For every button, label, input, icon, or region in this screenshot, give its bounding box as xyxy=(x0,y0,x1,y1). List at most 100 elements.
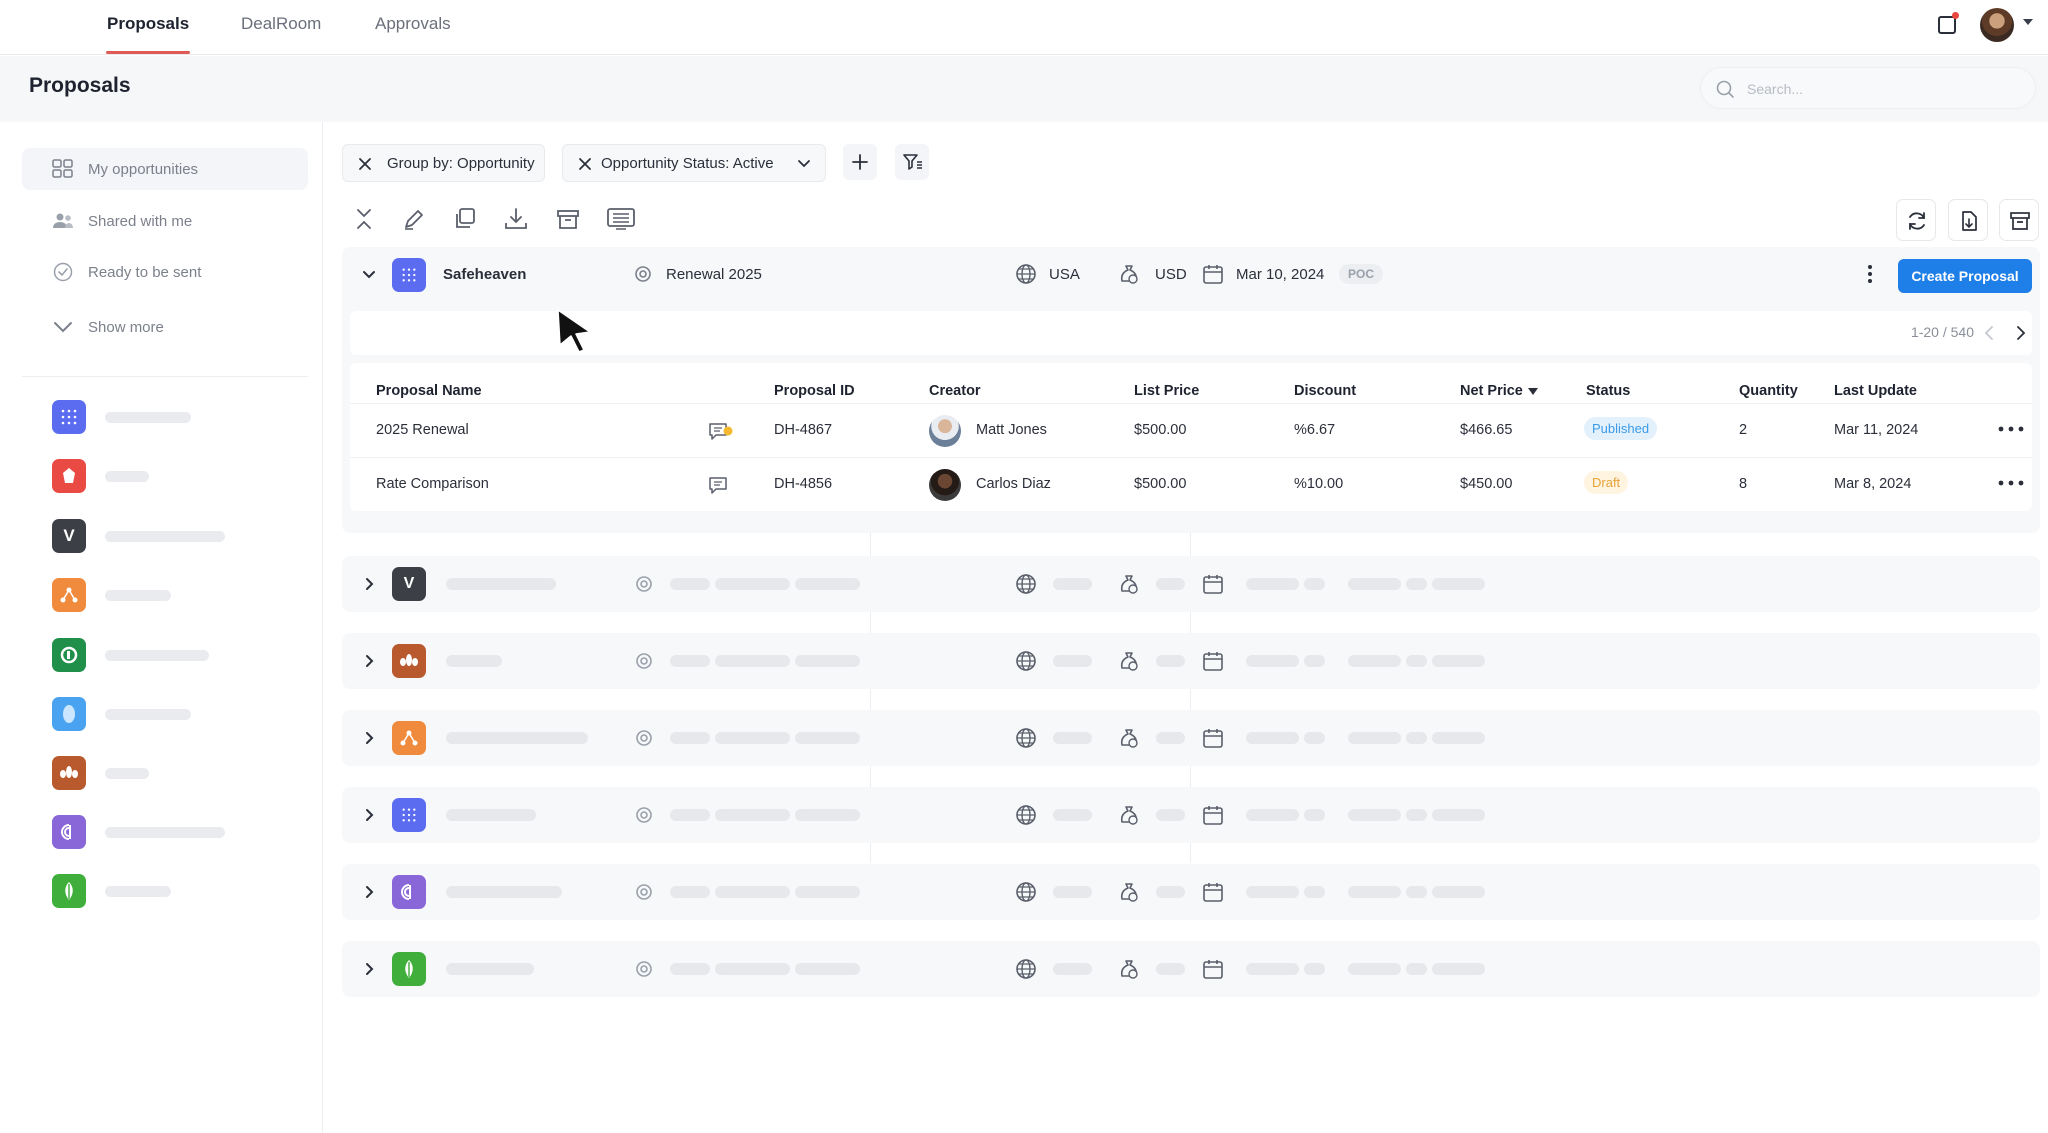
pagination-count: 1-20 / 540 xyxy=(1910,324,1974,340)
table-row[interactable]: 2025 Renewal DH-4867 Matt Jones $500.00 … xyxy=(350,403,2032,457)
skeleton-text xyxy=(1304,655,1325,667)
tab-dealroom[interactable]: DealRoom xyxy=(241,14,321,34)
opportunity-group-collapsed[interactable] xyxy=(342,787,2040,843)
export-button[interactable] xyxy=(1948,199,1988,241)
account-logo[interactable] xyxy=(52,756,86,790)
sidebar-item-ready-to-be-sent[interactable]: Ready to be sent xyxy=(22,251,308,293)
column-header[interactable]: Quantity xyxy=(1739,383,1798,399)
globe-icon xyxy=(1016,574,1036,594)
search-input[interactable]: Search... xyxy=(1700,67,2036,109)
chevron-right-icon[interactable] xyxy=(363,962,377,976)
more-vertical-icon[interactable] xyxy=(1867,264,1873,284)
account-logo[interactable] xyxy=(52,638,86,672)
refresh-button[interactable] xyxy=(1896,199,1936,241)
more-horizontal-icon[interactable] xyxy=(1998,480,2024,486)
skeleton-text xyxy=(1053,886,1092,898)
account-logo[interactable] xyxy=(52,400,86,434)
company-logo xyxy=(392,644,426,678)
chevron-right-icon[interactable] xyxy=(2010,323,2030,343)
column-header[interactable]: List Price xyxy=(1134,383,1199,399)
chevron-left-icon[interactable] xyxy=(1980,323,2000,343)
globe-icon xyxy=(1016,805,1036,825)
user-avatar[interactable] xyxy=(1980,8,2014,42)
chevron-right-icon[interactable] xyxy=(363,808,377,822)
comment-icon[interactable] xyxy=(708,475,730,495)
account-menu-caret-icon[interactable] xyxy=(2023,19,2033,25)
close-icon[interactable] xyxy=(358,157,372,171)
download-icon[interactable] xyxy=(503,206,529,232)
filter-settings-button[interactable] xyxy=(895,144,929,180)
sidebar-item-my-opportunities[interactable]: My opportunities xyxy=(22,148,308,190)
status-badge: Draft xyxy=(1584,471,1629,494)
account-logo[interactable] xyxy=(52,874,86,908)
opportunity-group-collapsed[interactable] xyxy=(342,864,2040,920)
avatar xyxy=(929,469,961,501)
opportunity-group-collapsed[interactable] xyxy=(342,710,2040,766)
skeleton-text xyxy=(670,578,710,590)
column-header[interactable]: Status xyxy=(1586,383,1630,399)
edit-icon[interactable] xyxy=(401,206,427,232)
create-proposal-button[interactable]: Create Proposal xyxy=(1898,259,2032,293)
money-bag-icon xyxy=(1120,806,1138,825)
money-bag-icon xyxy=(1120,575,1138,594)
column-header[interactable]: Last Update xyxy=(1834,383,1917,399)
sort-desc-icon[interactable] xyxy=(1528,388,1538,396)
account-logo[interactable] xyxy=(52,459,86,493)
sidebar-item-shared-with-me[interactable]: Shared with me xyxy=(22,200,308,242)
skeleton-text xyxy=(446,886,562,898)
chevron-right-icon[interactable] xyxy=(363,577,377,591)
discount: %10.00 xyxy=(1294,476,1344,492)
add-filter-button[interactable] xyxy=(843,144,877,180)
company-logo xyxy=(392,875,426,909)
column-header[interactable]: Proposal ID xyxy=(774,383,855,399)
filter-chip-status[interactable]: Opportunity Status: Active xyxy=(562,144,826,182)
column-header[interactable]: Discount xyxy=(1294,383,1356,399)
column-header[interactable]: Creator xyxy=(929,383,981,399)
account-logo[interactable] xyxy=(52,815,86,849)
display-options-icon[interactable] xyxy=(606,206,636,232)
chevron-down-icon[interactable] xyxy=(362,268,376,282)
archive-button[interactable] xyxy=(1999,199,2039,241)
collapse-all-icon[interactable] xyxy=(351,206,377,232)
skeleton-text xyxy=(446,732,588,744)
account-logo[interactable]: V xyxy=(52,519,86,553)
close-icon[interactable] xyxy=(578,157,592,171)
skeleton-text xyxy=(105,590,171,601)
proposal-name[interactable]: Rate Comparison xyxy=(376,476,489,492)
comment-icon[interactable] xyxy=(708,421,734,441)
plus-icon xyxy=(852,154,868,170)
chevron-down-icon xyxy=(54,322,72,333)
sidebar-show-more[interactable]: Show more xyxy=(22,306,308,348)
pagination-bar: 1-20 / 540 xyxy=(350,311,2032,355)
money-bag-icon xyxy=(1120,883,1138,902)
account-logo[interactable] xyxy=(52,697,86,731)
column-header[interactable]: Net Price xyxy=(1460,383,1523,399)
quantity: 8 xyxy=(1739,476,1748,492)
opportunity-group-collapsed[interactable] xyxy=(342,941,2040,997)
calendar-icon xyxy=(1203,575,1223,594)
skeleton-text xyxy=(1053,655,1092,667)
archive-icon[interactable] xyxy=(555,206,581,232)
chevron-right-icon[interactable] xyxy=(363,654,377,668)
more-horizontal-icon[interactable] xyxy=(1998,426,2024,432)
skeleton-text xyxy=(1432,732,1485,744)
filter-icon xyxy=(903,154,922,170)
money-bag-icon xyxy=(1120,960,1138,979)
table-row[interactable]: Rate Comparison DH-4856 Carlos Diaz $500… xyxy=(350,457,2032,511)
opportunity-group-collapsed[interactable]: V xyxy=(342,556,2040,612)
chevron-right-icon[interactable] xyxy=(363,885,377,899)
duplicate-icon[interactable] xyxy=(452,206,478,232)
skeleton-text xyxy=(670,732,710,744)
tab-proposals[interactable]: Proposals xyxy=(107,14,189,34)
chevron-right-icon[interactable] xyxy=(363,731,377,745)
calendar-icon xyxy=(1203,729,1223,748)
net-price: $450.00 xyxy=(1460,476,1513,492)
opportunity-group-header[interactable]: Safeheaven Renewal 2025 USA USD Mar 10, … xyxy=(342,247,2040,303)
tab-approvals[interactable]: Approvals xyxy=(375,14,451,34)
skeleton-text xyxy=(1432,886,1485,898)
account-logo[interactable] xyxy=(52,578,86,612)
opportunity-group-collapsed[interactable] xyxy=(342,633,2040,689)
proposal-name[interactable]: 2025 Renewal xyxy=(376,422,469,438)
filter-chip-group-by[interactable]: Group by: Opportunity xyxy=(342,144,545,182)
column-header[interactable]: Proposal Name xyxy=(376,383,482,399)
